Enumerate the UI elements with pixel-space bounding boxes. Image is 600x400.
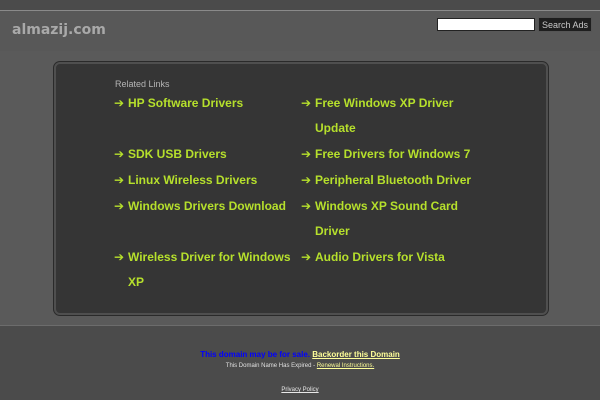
backorder-link[interactable]: Backorder this Domain (312, 350, 400, 359)
related-link[interactable]: ➔ Windows XP Sound Card Driver (301, 194, 476, 244)
domain-sale-notice: This domain may be for sale. Backorder t… (0, 350, 600, 359)
search-input[interactable] (437, 18, 535, 31)
related-link-label: Windows Drivers Download (128, 199, 286, 213)
arrow-right-icon: ➔ (114, 96, 125, 110)
related-link-label: SDK USB Drivers (128, 147, 227, 161)
related-link-label: Peripheral Bluetooth Driver (315, 173, 472, 187)
arrow-right-icon: ➔ (301, 250, 312, 264)
renewal-instructions-link[interactable]: Renewal Instructions. (317, 363, 374, 369)
related-link[interactable]: ➔ Linux Wireless Drivers (114, 168, 304, 193)
related-link[interactable]: ➔ Free Drivers for Windows 7 (301, 142, 501, 167)
site-title: almazij.com (12, 22, 106, 38)
expired-text: This Domain Name Has Expired - (225, 363, 316, 369)
arrow-right-icon: ➔ (301, 199, 312, 213)
related-link-label: Linux Wireless Drivers (128, 173, 258, 187)
search-ads-button[interactable]: Search Ads (538, 17, 593, 32)
related-link[interactable]: ➔ Free Windows XP Driver Update (301, 91, 471, 141)
related-link[interactable]: ➔ Audio Drivers for Vista (301, 245, 501, 270)
related-link[interactable]: ➔ Peripheral Bluetooth Driver (301, 168, 501, 193)
related-link-label: HP Software Drivers (128, 96, 244, 110)
related-link-label: Free Windows XP Driver Update (315, 96, 454, 135)
arrow-right-icon: ➔ (301, 147, 312, 161)
arrow-right-icon: ➔ (114, 147, 125, 161)
arrow-right-icon: ➔ (301, 173, 312, 187)
related-links-title: Related Links (115, 79, 170, 89)
related-link-label: Wireless Driver for Windows XP (128, 250, 291, 289)
arrow-right-icon: ➔ (114, 250, 125, 264)
related-link-label: Free Drivers for Windows 7 (315, 147, 471, 161)
sale-text: This domain may be for sale. (200, 350, 310, 359)
related-link-label: Audio Drivers for Vista (315, 250, 445, 264)
related-link[interactable]: ➔ SDK USB Drivers (114, 142, 304, 167)
related-link[interactable]: ➔ Wireless Driver for Windows XP (114, 245, 296, 295)
arrow-right-icon: ➔ (301, 96, 312, 110)
arrow-right-icon: ➔ (114, 173, 125, 187)
expired-notice: This Domain Name Has Expired - Renewal I… (0, 363, 600, 369)
privacy-policy-link[interactable]: Privacy Policy (0, 387, 600, 393)
related-link[interactable]: ➔ Windows Drivers Download (114, 194, 304, 219)
related-link-label: Windows XP Sound Card Driver (315, 199, 459, 238)
related-link[interactable]: ➔ HP Software Drivers (114, 91, 304, 116)
arrow-right-icon: ➔ (114, 199, 125, 213)
